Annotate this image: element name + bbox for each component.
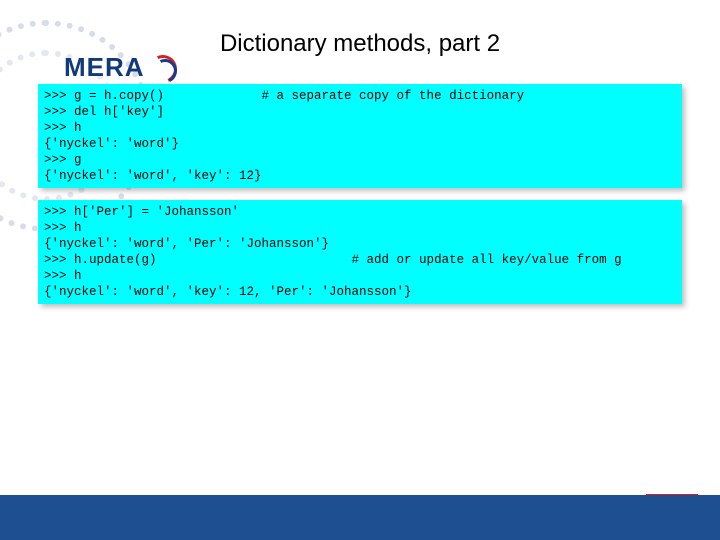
code-line: >>> h['Per'] = 'Johansson' (44, 204, 676, 220)
code-line: >>> h.update(g) # add or update all key/… (44, 252, 676, 268)
code-line: {'nyckel': 'word', 'key': 12} (44, 168, 676, 184)
code-line: >>> h (44, 120, 676, 136)
footer-bar-blue (0, 495, 720, 540)
code-line: {'nyckel': 'word', 'key': 12, 'Per': 'Jo… (44, 284, 676, 300)
code-line: >>> h (44, 268, 676, 284)
code-line: >>> g = h.copy() # a separate copy of th… (44, 88, 676, 104)
page-title: Dictionary methods, part 2 (0, 30, 720, 58)
footer (0, 494, 720, 540)
code-line: >>> del h['key'] (44, 104, 676, 120)
code-line: {'nyckel': 'word', 'Per': 'Johansson'} (44, 236, 676, 252)
code-line: >>> g (44, 152, 676, 168)
code-line: {'nyckel': 'word'} (44, 136, 676, 152)
code-block-1: >>> g = h.copy() # a separate copy of th… (38, 84, 682, 188)
code-line: >>> h (44, 220, 676, 236)
logo-swoosh-icon (149, 55, 179, 81)
code-block-2: >>> h['Per'] = 'Johansson' >>> h {'nycke… (38, 200, 682, 304)
